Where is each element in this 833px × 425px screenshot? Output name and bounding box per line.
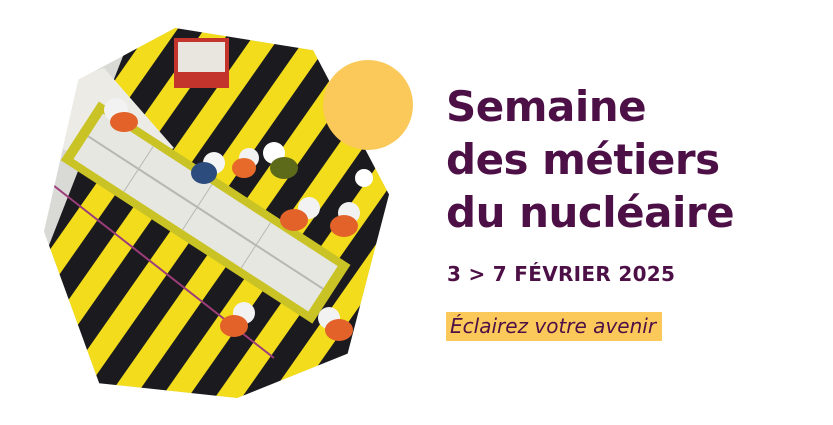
tagline: Éclairez votre avenir <box>446 312 663 341</box>
accent-circle <box>323 60 413 150</box>
event-dates: 3 > 7 FÉVRIER 2025 <box>447 262 676 286</box>
title-line-2: des métiers <box>446 135 720 184</box>
event-title: Semaine des métiers du nucléaire <box>446 80 735 239</box>
title-line-1: Semaine <box>446 82 647 131</box>
title-line-3: du nucléaire <box>446 188 735 237</box>
